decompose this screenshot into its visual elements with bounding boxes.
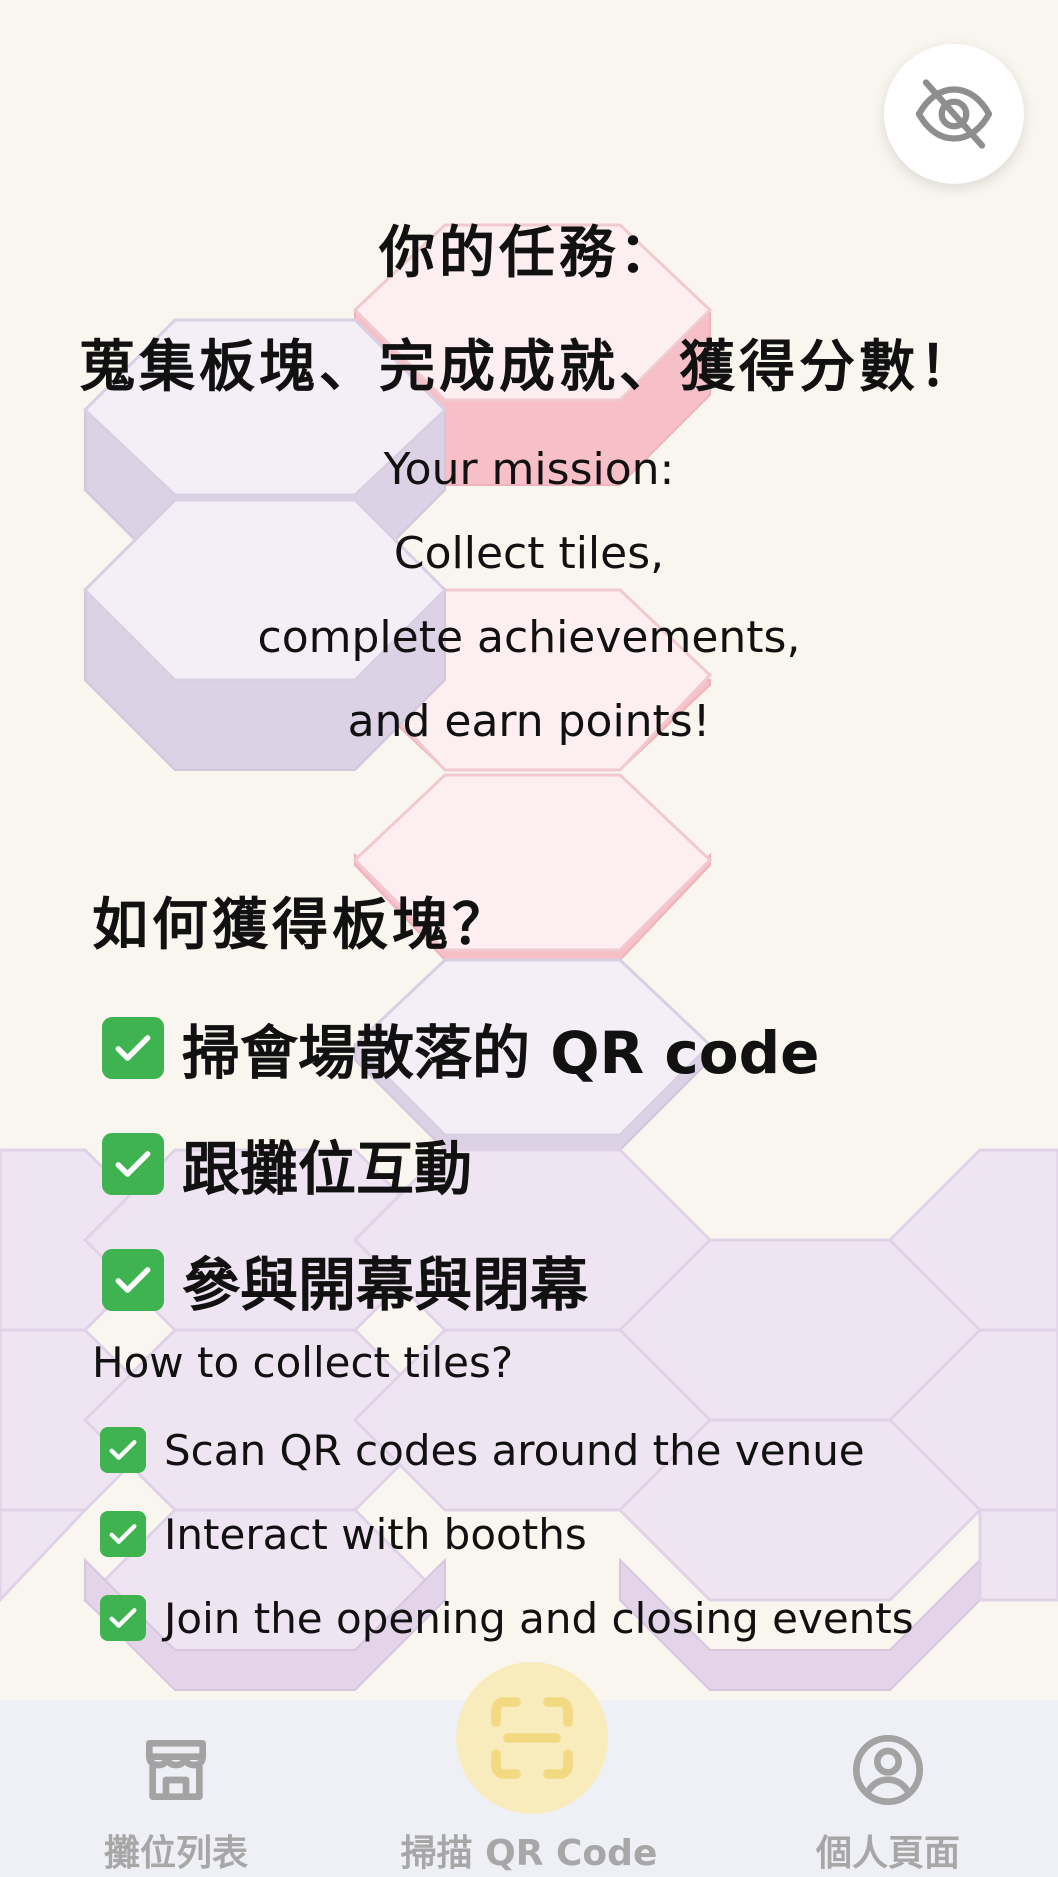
check-mark-icon	[102, 1133, 164, 1195]
list-item-label: Interact with booths	[164, 1509, 587, 1559]
list-item: 跟攤位互動	[102, 1106, 819, 1222]
how-to-heading-zh: 如何獲得板塊？	[92, 893, 512, 958]
check-mark-icon	[100, 1511, 146, 1557]
how-to-list-en: Scan QR codes around the venue Interact …	[100, 1408, 914, 1660]
nav-item-profile[interactable]: 個人頁面	[758, 1700, 1018, 1877]
mission-line-en: Your mission:	[383, 444, 675, 495]
list-item: Join the opening and closing events	[100, 1576, 914, 1660]
nav-label-scan: 掃描 QR Code	[400, 1833, 658, 1874]
qr-scan-icon	[491, 1697, 573, 1779]
scan-qr-button[interactable]	[456, 1662, 608, 1814]
nav-label-profile: 個人頁面	[815, 1833, 960, 1874]
how-to-heading-en: How to collect tiles?	[92, 1338, 514, 1387]
eye-off-icon	[915, 79, 993, 149]
visibility-toggle-button[interactable]	[884, 44, 1024, 184]
mission-line-en: complete achievements,	[257, 612, 801, 663]
check-mark-icon	[100, 1595, 146, 1641]
check-mark-icon	[102, 1249, 164, 1311]
storefront-icon	[146, 1740, 207, 1800]
list-item: 掃會場散落的 QR code	[102, 990, 819, 1106]
mission-subtitle-zh: 蒐集板塊、完成成就、獲得分數！	[79, 335, 979, 400]
mission-title-zh: 你的任務：	[379, 221, 679, 286]
list-item-label: 參與開幕與閉幕	[182, 1251, 589, 1319]
list-item-label: 跟攤位互動	[182, 1135, 473, 1203]
nav-item-booths[interactable]: 攤位列表	[46, 1700, 306, 1877]
list-item: 參與開幕與閉幕	[102, 1222, 819, 1338]
check-mark-icon	[100, 1427, 146, 1473]
list-item-label: 掃會場散落的 QR code	[182, 1019, 820, 1087]
nav-label-booths: 攤位列表	[103, 1833, 248, 1874]
mission-line-en: and earn points!	[347, 696, 711, 747]
how-to-list-zh: 掃會場散落的 QR code 跟攤位互動 參與開幕與閉幕	[102, 990, 819, 1338]
list-item-label: Scan QR codes around the venue	[164, 1425, 865, 1475]
user-circle-icon	[853, 1735, 923, 1805]
list-item: Scan QR codes around the venue	[100, 1408, 914, 1492]
check-mark-icon	[102, 1017, 164, 1079]
list-item-label: Join the opening and closing events	[164, 1593, 914, 1643]
list-item: Interact with booths	[100, 1492, 914, 1576]
mission-text-en: Your mission: Collect tiles, complete ac…	[0, 428, 1058, 764]
mission-line-en: Collect tiles,	[393, 528, 665, 579]
